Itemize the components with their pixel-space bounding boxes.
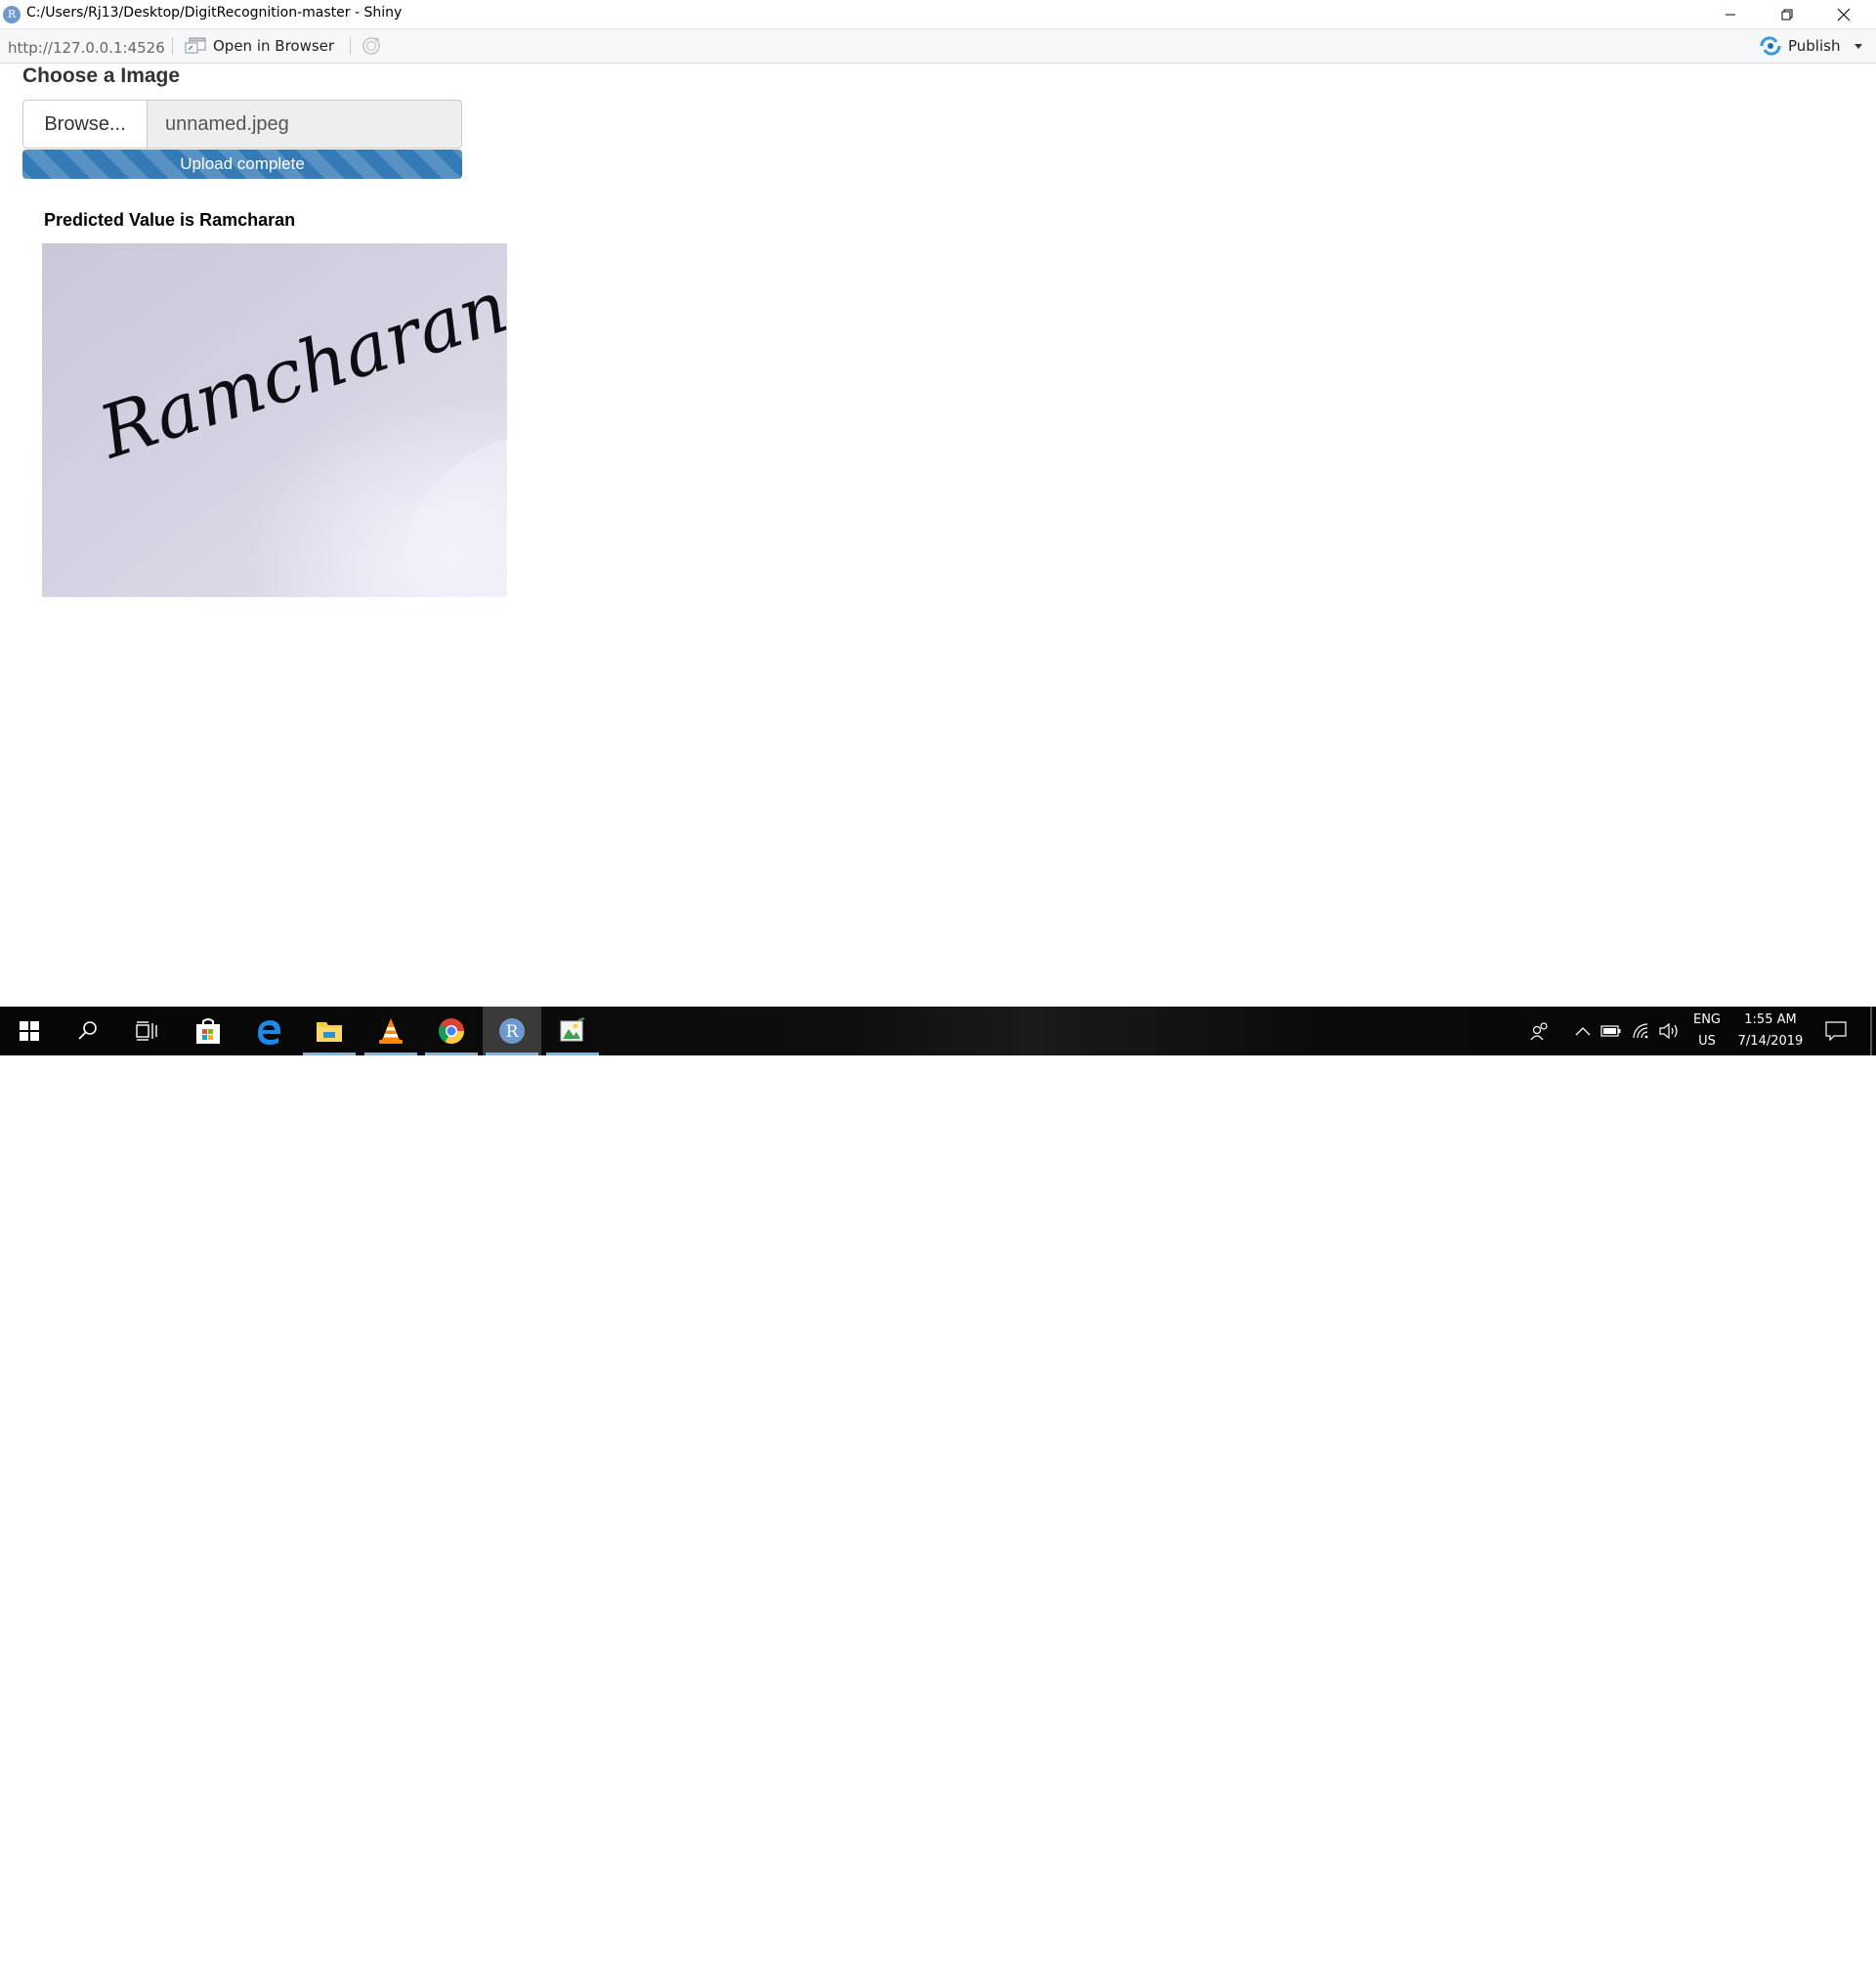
running-indicator — [303, 1053, 356, 1055]
image-viewer-icon — [560, 1017, 585, 1042]
minimize-icon — [1726, 14, 1735, 15]
toolbar-divider — [350, 37, 351, 55]
file-name-field[interactable]: unnamed.jpeg — [147, 100, 462, 149]
file-input-heading: Choose a Image — [22, 64, 181, 87]
file-explorer-icon — [317, 1022, 342, 1042]
edge-icon — [258, 1020, 280, 1045]
battery-icon — [1600, 1025, 1621, 1037]
toolbar-divider — [172, 37, 173, 55]
open-in-browser-label: Open in Browser — [213, 37, 335, 55]
publish-button[interactable]: Publish — [1759, 34, 1865, 58]
battery-button[interactable] — [1599, 1007, 1624, 1055]
edge-button[interactable] — [239, 1007, 298, 1055]
running-indicator — [364, 1053, 417, 1055]
language-code: ENG — [1692, 1012, 1721, 1027]
open-in-browser-button[interactable]: Open in Browser — [185, 33, 334, 59]
minimize-button[interactable] — [1702, 0, 1759, 28]
chrome-button[interactable] — [422, 1007, 481, 1055]
refresh-icon — [362, 37, 380, 55]
prediction-text: Predicted Value is Ramcharan — [44, 210, 296, 230]
show-desktop-button[interactable] — [1870, 1007, 1872, 1055]
close-button[interactable] — [1815, 0, 1872, 28]
uploaded-signature-image: Ramcharan — [42, 243, 507, 597]
window-title: C:/Users/Rj13/Desktop/DigitRecognition-m… — [26, 5, 403, 21]
address-url[interactable]: http://127.0.0.1:4526 — [8, 39, 165, 57]
wifi-icon — [1633, 1023, 1648, 1039]
publish-icon — [1760, 36, 1781, 56]
r-logo-icon: R — [3, 6, 21, 23]
people-button[interactable] — [1526, 1007, 1554, 1055]
file-input: Browse... unnamed.jpeg — [22, 100, 462, 149]
svg-text:R: R — [506, 1022, 520, 1042]
vlc-button[interactable] — [362, 1007, 420, 1055]
file-explorer-button[interactable] — [300, 1007, 359, 1055]
running-indicator — [425, 1053, 478, 1055]
signature-photo: Ramcharan — [42, 243, 507, 597]
language-indicator[interactable]: ENG US — [1686, 1007, 1727, 1055]
restore-icon — [1781, 9, 1793, 20]
image-viewer-button[interactable] — [543, 1007, 602, 1055]
clock-date: 7/14/2019 — [1737, 1034, 1804, 1049]
clock-time: 1:55 AM — [1744, 1012, 1797, 1027]
browse-button[interactable]: Browse... — [22, 100, 147, 149]
refresh-button[interactable] — [361, 35, 382, 57]
publish-label: Publish — [1788, 37, 1841, 55]
people-icon — [1530, 1022, 1548, 1041]
open-browser-icon — [185, 37, 206, 54]
restore-button[interactable] — [1759, 0, 1815, 28]
volume-icon — [1659, 1022, 1678, 1040]
store-icon — [196, 1018, 220, 1044]
search-button[interactable] — [59, 1007, 117, 1055]
chevron-up-icon — [1575, 1027, 1591, 1036]
running-indicator — [546, 1053, 599, 1055]
vlc-icon — [379, 1018, 403, 1044]
running-indicator — [486, 1053, 538, 1055]
app-window: R C:/Users/Rj13/Desktop/DigitRecognition… — [0, 0, 1876, 1055]
r-app-button[interactable]: R — [483, 1007, 541, 1055]
title-bar: R C:/Users/Rj13/Desktop/DigitRecognition… — [0, 0, 1876, 28]
volume-button[interactable] — [1657, 1007, 1681, 1055]
store-button[interactable] — [179, 1007, 237, 1055]
start-button[interactable] — [0, 1007, 59, 1055]
viewer-toolbar: http://127.0.0.1:4526 Open in Browser Pu… — [0, 28, 1876, 64]
wifi-button[interactable] — [1630, 1007, 1653, 1055]
notification-icon — [1825, 1021, 1847, 1041]
chrome-icon — [438, 1018, 465, 1045]
upload-progress-bar: Upload complete — [22, 150, 462, 179]
task-view-icon — [136, 1021, 157, 1041]
chevron-down-icon[interactable] — [1852, 40, 1865, 52]
r-app-icon: R — [499, 1018, 525, 1044]
close-icon — [1837, 8, 1851, 21]
windows-taskbar: R ENG US 1:55 AM 7/14/2019 — [0, 1007, 1876, 1055]
clock[interactable]: 1:55 AM 7/14/2019 — [1731, 1007, 1810, 1055]
show-hidden-icons-button[interactable] — [1571, 1007, 1595, 1055]
task-view-button[interactable] — [117, 1007, 176, 1055]
action-center-button[interactable] — [1819, 1007, 1853, 1055]
start-icon — [20, 1021, 39, 1041]
region-code: US — [1698, 1034, 1716, 1049]
upload-progress-text: Upload complete — [180, 154, 305, 173]
search-icon — [78, 1021, 97, 1040]
